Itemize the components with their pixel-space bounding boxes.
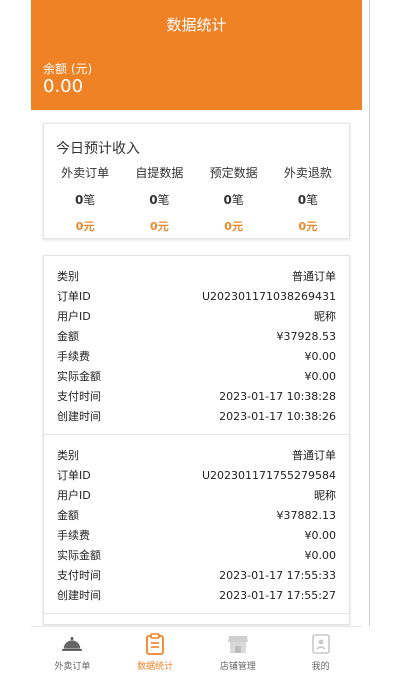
income-columns: 外卖订单 0笔 0元 自提数据 0笔 0元 预定数据 0笔 0元 外卖退款 0笔…: [44, 164, 349, 234]
income-col-reservation[interactable]: 预定数据 0笔 0元: [199, 164, 269, 234]
order-row-amount: 金额 ¥37882.13: [57, 508, 336, 523]
profile-icon: [310, 633, 332, 655]
tab-label: 店铺管理: [219, 662, 256, 672]
order-row-actual: 实际金额 ¥0.00: [57, 369, 336, 384]
income-col-count: 0笔: [297, 193, 319, 207]
tab-store-management[interactable]: 店铺管理: [197, 627, 280, 676]
income-col-count: 0笔: [223, 193, 244, 207]
income-col-count: 0笔: [74, 193, 96, 207]
tab-bar: 外卖订单 数据统计 店铺管理 我的: [31, 626, 362, 676]
income-col-label: 自提数据: [135, 166, 184, 180]
order-item[interactable]: 类别 普通订单 订单ID U202301171755279584 用户ID 昵称 金额…: [44, 435, 349, 614]
order-row-type: 类别 普通订单: [57, 449, 336, 462]
order-row-user: 用户ID 昵称: [57, 489, 336, 502]
income-col-amount: 0元: [224, 220, 243, 233]
tab-label: 我的: [311, 662, 330, 672]
income-col-delivery[interactable]: 外卖订单 0笔 0元: [50, 164, 120, 234]
store-icon: [227, 633, 249, 655]
income-col-count: 0笔: [149, 193, 170, 207]
cloche-icon: [61, 633, 83, 655]
order-list: 类别 普通订单 订单ID U202301171038269431 用户ID 昵称 金额…: [43, 255, 350, 625]
income-col-label: 外卖订单: [61, 166, 110, 180]
order-row-type: 类别 普通订单: [57, 270, 336, 283]
order-row-fee: 手续费 ¥0.00: [57, 349, 336, 364]
order-row-paytime: 支付时间 2023-01-17 17:55:33: [57, 568, 336, 583]
balance-label: 余额 (元): [43, 62, 93, 76]
clipboard-icon: [144, 633, 166, 655]
order-item[interactable]: 类别 普通订单 订单ID U202301171038269431 用户ID 昵称 金额…: [44, 256, 349, 435]
balance-value: 0.00: [43, 76, 84, 97]
order-row-actual: 实际金额 ¥0.00: [57, 548, 336, 563]
income-col-pickup[interactable]: 自提数据 0笔 0元: [124, 164, 194, 234]
page-title: 数据统计: [166, 16, 227, 34]
tab-profile[interactable]: 我的: [279, 627, 362, 676]
tab-delivery-orders[interactable]: 外卖订单: [31, 627, 114, 676]
tab-label: 数据统计: [137, 662, 174, 672]
income-col-refund[interactable]: 外卖退款 0笔 0元: [273, 164, 343, 234]
order-row-id: 订单ID U202301171755279584: [57, 468, 336, 483]
scrollbar-track: [369, 0, 370, 626]
income-col-amount: 0元: [75, 220, 95, 233]
header: 数据统计 余额 (元) 0.00: [31, 0, 362, 110]
order-row-paytime: 支付时间 2023-01-17 10:38:28: [57, 389, 336, 404]
order-row-amount: 金额 ¥37928.53: [57, 329, 336, 344]
income-title: 今日预计收入: [56, 141, 140, 157]
income-card: 今日预计收入 外卖订单 0笔 0元 自提数据 0笔 0元 预定数据 0笔 0元 …: [43, 123, 350, 239]
income-col-amount: 0元: [150, 220, 169, 233]
income-col-label: 外卖退款: [283, 166, 332, 180]
page: 数据统计 余额 (元) 0.00 今日预计收入 外卖订单 0笔 0元 自提数据 …: [0, 0, 393, 700]
order-row-id: 订单ID U202301171038269431: [57, 289, 336, 304]
income-col-label: 预定数据: [209, 166, 258, 180]
income-col-amount: 0元: [298, 220, 318, 233]
order-row-created: 创建时间 2023-01-17 10:38:26: [57, 409, 336, 424]
tab-label: 外卖订单: [54, 662, 91, 672]
order-row-created: 创建时间 2023-01-17 17:55:27: [57, 588, 336, 603]
order-row-fee: 手续费 ¥0.00: [57, 528, 336, 543]
order-row-user: 用户ID 昵称: [57, 310, 336, 323]
tab-statistics[interactable]: 数据统计: [114, 627, 197, 676]
